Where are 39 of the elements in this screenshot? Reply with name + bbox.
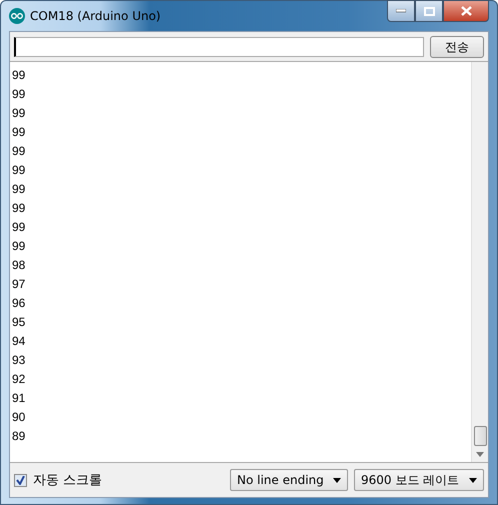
output-line: 89 — [12, 428, 26, 445]
message-input-field[interactable] — [14, 37, 424, 57]
infinity-logo-icon — [9, 8, 25, 24]
output-line: 96 — [12, 295, 26, 312]
output-line: 99 — [12, 200, 26, 217]
output-line: 99 — [12, 124, 26, 141]
output-line: 99 — [12, 86, 26, 103]
output-line: 92 — [12, 371, 26, 388]
close-button[interactable] — [443, 0, 489, 22]
output-line: 99 — [12, 67, 26, 84]
send-button[interactable]: 전송 — [430, 36, 484, 58]
scroll-thumb[interactable] — [474, 426, 486, 446]
maximize-button[interactable] — [415, 0, 443, 22]
maximize-icon — [424, 6, 434, 16]
minimize-icon — [396, 9, 406, 13]
line-ending-dropdown[interactable]: No line ending — [230, 469, 348, 491]
baud-rate-dropdown[interactable]: 9600 보드 레이트 — [354, 469, 484, 491]
output-line: 97 — [12, 276, 26, 293]
output-line: 99 — [12, 162, 26, 179]
output-line: 98 — [12, 257, 26, 274]
output-line: 99 — [12, 219, 26, 236]
output-line: 94 — [12, 333, 26, 350]
output-line: 93 — [12, 352, 26, 369]
window-title: COM18 (Arduino Uno) — [30, 9, 162, 23]
output-line: 99 — [12, 238, 26, 255]
minimize-button[interactable] — [387, 0, 415, 22]
scroll-down-icon[interactable] — [476, 452, 484, 458]
output-line: 90 — [12, 409, 26, 426]
output-line: 99 — [12, 181, 26, 198]
close-icon — [460, 6, 472, 16]
caret-icon — [469, 478, 477, 482]
caret-icon — [333, 478, 341, 482]
output-line: 95 — [12, 314, 26, 331]
output-line: 99 — [12, 105, 26, 122]
scrollbar[interactable] — [471, 62, 488, 462]
autoscroll-checkbox[interactable] — [14, 474, 27, 486]
checkbox-label: 자동 스크롤 — [33, 472, 104, 489]
output-line: 91 — [12, 390, 26, 407]
output-line: 99 — [12, 143, 26, 160]
